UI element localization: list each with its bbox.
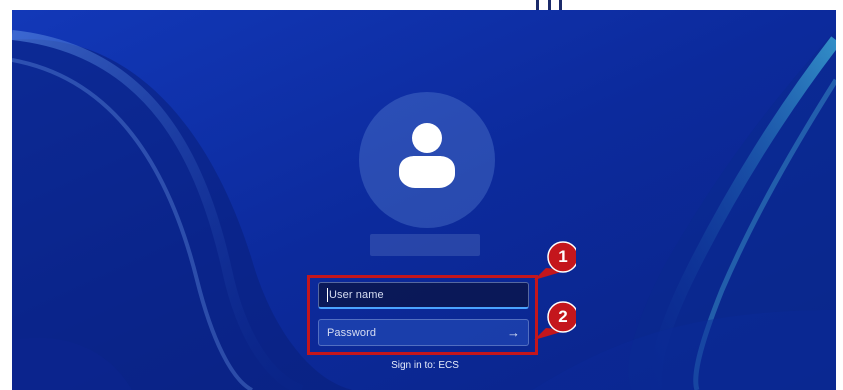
username-placeholder: User name: [329, 289, 384, 301]
sign-in-target: Sign in to: ECS: [391, 360, 459, 371]
password-placeholder: Password: [327, 326, 377, 339]
callout-2-number: 2: [558, 307, 568, 326]
lock-screen: User name Password → Sign in to: ECS 1 2: [12, 10, 836, 390]
callout-2: 2: [528, 298, 576, 344]
top-frame: [0, 0, 843, 10]
callout-1: 1: [528, 238, 576, 284]
password-input[interactable]: Password →: [318, 319, 529, 346]
text-caret: [327, 288, 328, 302]
callout-1-number: 1: [558, 247, 568, 266]
username-input[interactable]: User name: [318, 282, 529, 309]
account-name-placeholder: [370, 234, 480, 256]
user-silhouette-icon: [399, 123, 455, 188]
arrow-right-icon[interactable]: →: [507, 325, 520, 340]
avatar: [359, 92, 495, 228]
